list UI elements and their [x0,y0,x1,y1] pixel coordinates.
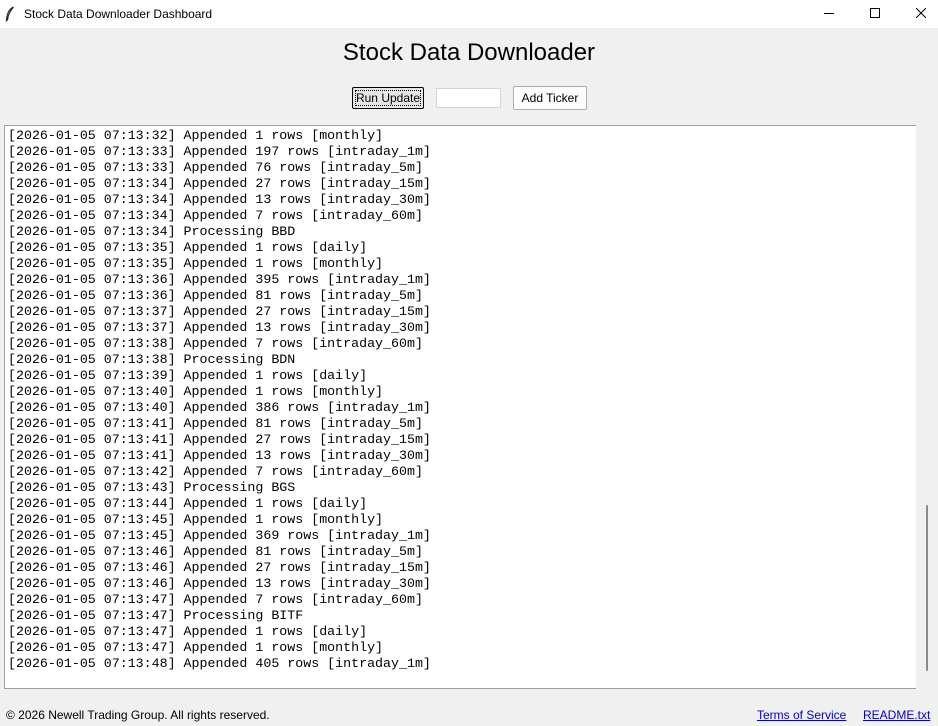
log-line: [2026-01-05 07:13:47] Appended 1 rows [d… [8,624,368,639]
scrollbar-thumb[interactable] [926,505,928,671]
log-line: [2026-01-05 07:13:37] Appended 13 rows [… [8,320,431,335]
log-line: [2026-01-05 07:13:46] Appended 81 rows [… [8,544,423,559]
log-line: [2026-01-05 07:13:47] Appended 7 rows [i… [8,592,423,607]
maximize-button[interactable] [852,0,898,28]
title-bar[interactable]: Stock Data Downloader Dashboard [0,0,938,28]
log-line: [2026-01-05 07:13:42] Appended 7 rows [i… [8,464,423,479]
log-line: [2026-01-05 07:13:41] Appended 27 rows [… [8,432,431,447]
log-line: [2026-01-05 07:13:36] Appended 395 rows … [8,272,431,287]
log-line: [2026-01-05 07:13:38] Processing BDN [8,352,296,367]
log-line: [2026-01-05 07:13:34] Appended 7 rows [i… [8,208,423,223]
log-line: [2026-01-05 07:13:33] Appended 76 rows [… [8,160,423,175]
log-line: [2026-01-05 07:13:47] Processing BITF [8,608,304,623]
log-line: [2026-01-05 07:13:46] Appended 13 rows [… [8,576,431,591]
minimize-icon [824,5,834,23]
add-ticker-button[interactable]: Add Ticker [513,86,587,110]
log-line: [2026-01-05 07:13:41] Appended 81 rows [… [8,416,423,431]
ticker-input[interactable] [436,88,501,108]
log-line: [2026-01-05 07:13:34] Processing BBD [8,224,296,239]
log-line: [2026-01-05 07:13:38] Appended 7 rows [i… [8,336,423,351]
focus-ring [355,90,421,106]
log-line: [2026-01-05 07:13:33] Appended 197 rows … [8,144,431,159]
log-line: [2026-01-05 07:13:37] Appended 27 rows [… [8,304,431,319]
log-line: [2026-01-05 07:13:34] Appended 27 rows [… [8,176,431,191]
run-update-button[interactable]: Run Update [352,87,424,109]
maximize-icon [870,5,880,23]
log-line: [2026-01-05 07:13:34] Appended 13 rows [… [8,192,431,207]
close-icon [915,5,927,23]
minimize-button[interactable] [806,0,852,28]
close-button[interactable] [898,0,938,28]
log-line: [2026-01-05 07:13:40] Appended 386 rows … [8,400,431,415]
log-line: [2026-01-05 07:13:45] Appended 1 rows [m… [8,512,384,527]
log-scrollbar[interactable] [917,125,938,689]
log-line: [2026-01-05 07:13:45] Appended 369 rows … [8,528,431,543]
log-line: [2026-01-05 07:13:36] Appended 81 rows [… [8,288,423,303]
page-title: Stock Data Downloader [342,39,596,66]
log-line: [2026-01-05 07:13:32] Appended 1 rows [m… [8,128,384,143]
log-line: [2026-01-05 07:13:40] Appended 1 rows [m… [8,384,384,399]
log-line: [2026-01-05 07:13:39] Appended 1 rows [d… [8,368,368,383]
feather-icon [5,6,15,22]
app-window: Stock Data Downloader Dashboard Stock Da… [0,0,938,726]
readme-link[interactable]: README.txt [863,707,930,723]
log-line: [2026-01-05 07:13:43] Processing BGS [8,480,296,495]
log-line: [2026-01-05 07:13:44] Appended 1 rows [d… [8,496,368,511]
log-line: [2026-01-05 07:13:41] Appended 13 rows [… [8,448,431,463]
log-lines: [2026-01-05 07:13:32] Appended 1 rows [m… [8,128,431,672]
log-line: [2026-01-05 07:13:48] Appended 405 rows … [8,656,431,671]
terms-of-service-link[interactable]: Terms of Service [757,707,846,723]
log-line: [2026-01-05 07:13:35] Appended 1 rows [d… [8,240,368,255]
log-line: [2026-01-05 07:13:47] Appended 1 rows [m… [8,640,384,655]
window-title: Stock Data Downloader Dashboard [24,7,213,21]
copyright-text: © 2026 Newell Trading Group. All rights … [6,708,270,722]
log-output[interactable]: [2026-01-05 07:13:32] Appended 1 rows [m… [4,125,916,689]
log-line: [2026-01-05 07:13:46] Appended 27 rows [… [8,560,431,575]
log-line: [2026-01-05 07:13:35] Appended 1 rows [m… [8,256,384,271]
